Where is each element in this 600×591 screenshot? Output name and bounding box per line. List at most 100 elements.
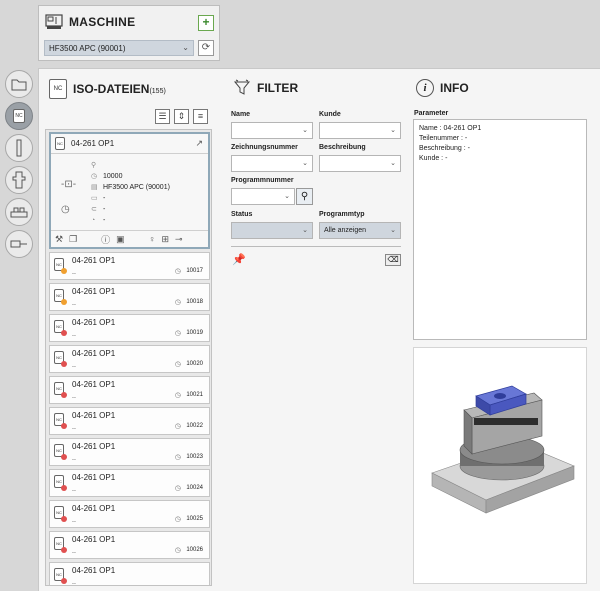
chevron-down-icon: ⌄ [284,193,290,200]
selected-card-actions: ⚒ ❐ ⓘ ▣ ♀ ⊞ ⊸ [51,230,208,247]
axis-icon: -⊡- [61,179,77,190]
holder-add-icon[interactable]: ♀ [149,234,156,244]
list-item[interactable]: NC 04-261 OP1 .. ◷ 10017 [49,252,210,280]
list-item[interactable]: NC 04-261 OP1 .. [49,562,210,586]
chevron-down-icon: ⌄ [390,160,396,167]
fixture-icon [10,207,28,218]
clock-icon: ◷ [174,330,181,337]
clear-filter-button[interactable]: ⌫ [385,254,401,266]
timer-icon: ◔ [91,217,96,224]
selected-card-header: NC 04-261 OP1 [51,134,208,154]
parameter-label: Parameter [414,110,449,117]
item-number: 10025 [186,516,203,522]
item-sub: .. [72,331,76,338]
card-value: - [103,206,106,213]
copy-icon[interactable]: ❐ [69,234,77,245]
nc-file-icon: NC [13,109,25,123]
info-small-icon[interactable]: ⓘ [101,233,110,246]
list-item[interactable]: NC 04-261 OP1 .. ◷ 10023 [49,438,210,466]
programm-filter-select[interactable]: ⌄ [231,188,295,205]
nc-file-tool-button[interactable]: NC [5,102,33,130]
item-number: 10026 [186,547,203,553]
backspace-icon: ⌫ [387,255,399,264]
machine-panel: MASCHINE + HF3500 APC (90001) ⌄ ⟳ [38,5,220,61]
card-value: - [103,195,106,202]
nc-file-icon: NC [55,137,65,150]
item-name: 04-261 OP1 [72,442,116,451]
info-title: INFO [440,81,469,95]
add-machine-button[interactable]: + [198,15,214,31]
item-sub: .. [72,269,76,276]
name-filter-select[interactable]: ⌄ [231,122,313,139]
feed-icon: ⚲ [91,162,97,169]
timer-icon: ◷ [91,173,98,180]
folder-tool-button[interactable] [5,70,33,98]
item-sub: .. [72,579,76,586]
item-number: 10018 [186,299,203,305]
item-name: 04-261 OP1 [72,380,116,389]
list-item[interactable]: NC 04-261 OP1 .. ◷ 10021 [49,376,210,404]
list-item[interactable]: NC 04-261 OP1 .. ◷ 10019 [49,314,210,342]
pin-icon[interactable]: 📌 [232,253,246,266]
folder-icon [11,79,27,91]
list-item[interactable]: NC 04-261 OP1 .. ◷ 10025 [49,500,210,528]
tool-button[interactable] [5,134,33,162]
link-icon: ⊂ [91,206,97,213]
item-name: 04-261 OP1 [72,411,116,420]
status-dot [61,299,67,305]
beschreibung-filter-select[interactable]: ⌄ [319,155,401,172]
clock-icon: ◷ [174,268,181,275]
holder-icon [12,171,26,189]
item-sub: .. [72,300,76,307]
item-name: 04-261 OP1 [72,535,116,544]
programmtyp-filter-select[interactable]: Alle anzeigen ⌄ [319,222,401,239]
item-sub: .. [72,517,76,524]
item-name: 04-261 OP1 [72,566,116,575]
item-sub: .. [72,548,76,555]
kunde-filter-select[interactable]: ⌄ [319,122,401,139]
item-number: 10019 [186,330,203,336]
list-item[interactable]: NC 04-261 OP1 .. ◷ 10024 [49,469,210,497]
expand-view-button[interactable]: ⇕ [174,109,189,124]
fixture-add-icon[interactable]: ⊞ [161,234,169,245]
item-sub: .. [72,486,76,493]
item-sub: .. [72,424,76,431]
clock-icon: ◷ [174,516,181,523]
collapse-view-button[interactable]: ☰ [155,109,170,124]
status-dot [61,423,67,429]
spindle-icon [10,240,27,248]
list-item[interactable]: NC 04-261 OP1 .. ◷ 10026 [49,531,210,559]
holder-button[interactable] [5,166,33,194]
fixture-3d-icon [431,385,575,514]
open-external-icon[interactable]: ↗ [195,138,203,149]
iso-title: ISO-DATEIEN(155) [73,82,166,96]
item-number: 10021 [186,392,203,398]
info-header: i INFO [416,79,469,97]
search-button[interactable]: ⚲ [296,188,313,205]
name-label: Name [231,111,251,118]
tool-icon [16,139,22,157]
machine-select[interactable]: HF3500 APC (90001) ⌄ [44,40,194,56]
refresh-machine-button[interactable]: ⟳ [198,40,214,56]
clipboard-icon[interactable]: ▣ [116,234,125,245]
list-item[interactable]: NC 04-261 OP1 .. ◷ 10022 [49,407,210,435]
item-number: 10023 [186,454,203,460]
list-item[interactable]: NC 04-261 OP1 .. ◷ 10018 [49,283,210,311]
item-name: 04-261 OP1 [72,504,116,513]
tools-icon[interactable]: ⚒ [55,234,63,245]
list-view-button[interactable]: ≡ [193,109,208,124]
chevron-down-icon: ⌄ [302,160,308,167]
clock-icon: ◷ [174,485,181,492]
clock-icon: ◷ [174,454,181,461]
status-filter-select[interactable]: ⌄ [231,222,313,239]
list-item[interactable]: NC 04-261 OP1 .. ◷ 10020 [49,345,210,373]
zeichnung-filter-select[interactable]: ⌄ [231,155,313,172]
fixture-button[interactable] [5,198,33,226]
selected-file-card[interactable]: NC 04-261 OP1 ↗ -⊡- ◷ ⚲ ◷ 10000 ▤ HF3500 A… [49,132,210,249]
item-name: 04-261 OP1 [72,473,116,482]
status-dot [61,361,67,367]
spindle-add-icon[interactable]: ⊸ [175,234,183,245]
parameter-line: Kunde : - [419,155,448,162]
iso-file-list[interactable]: NC 04-261 OP1 ↗ -⊡- ◷ ⚲ ◷ 10000 ▤ HF3500 A… [45,129,212,586]
spindle-button[interactable] [5,230,33,258]
